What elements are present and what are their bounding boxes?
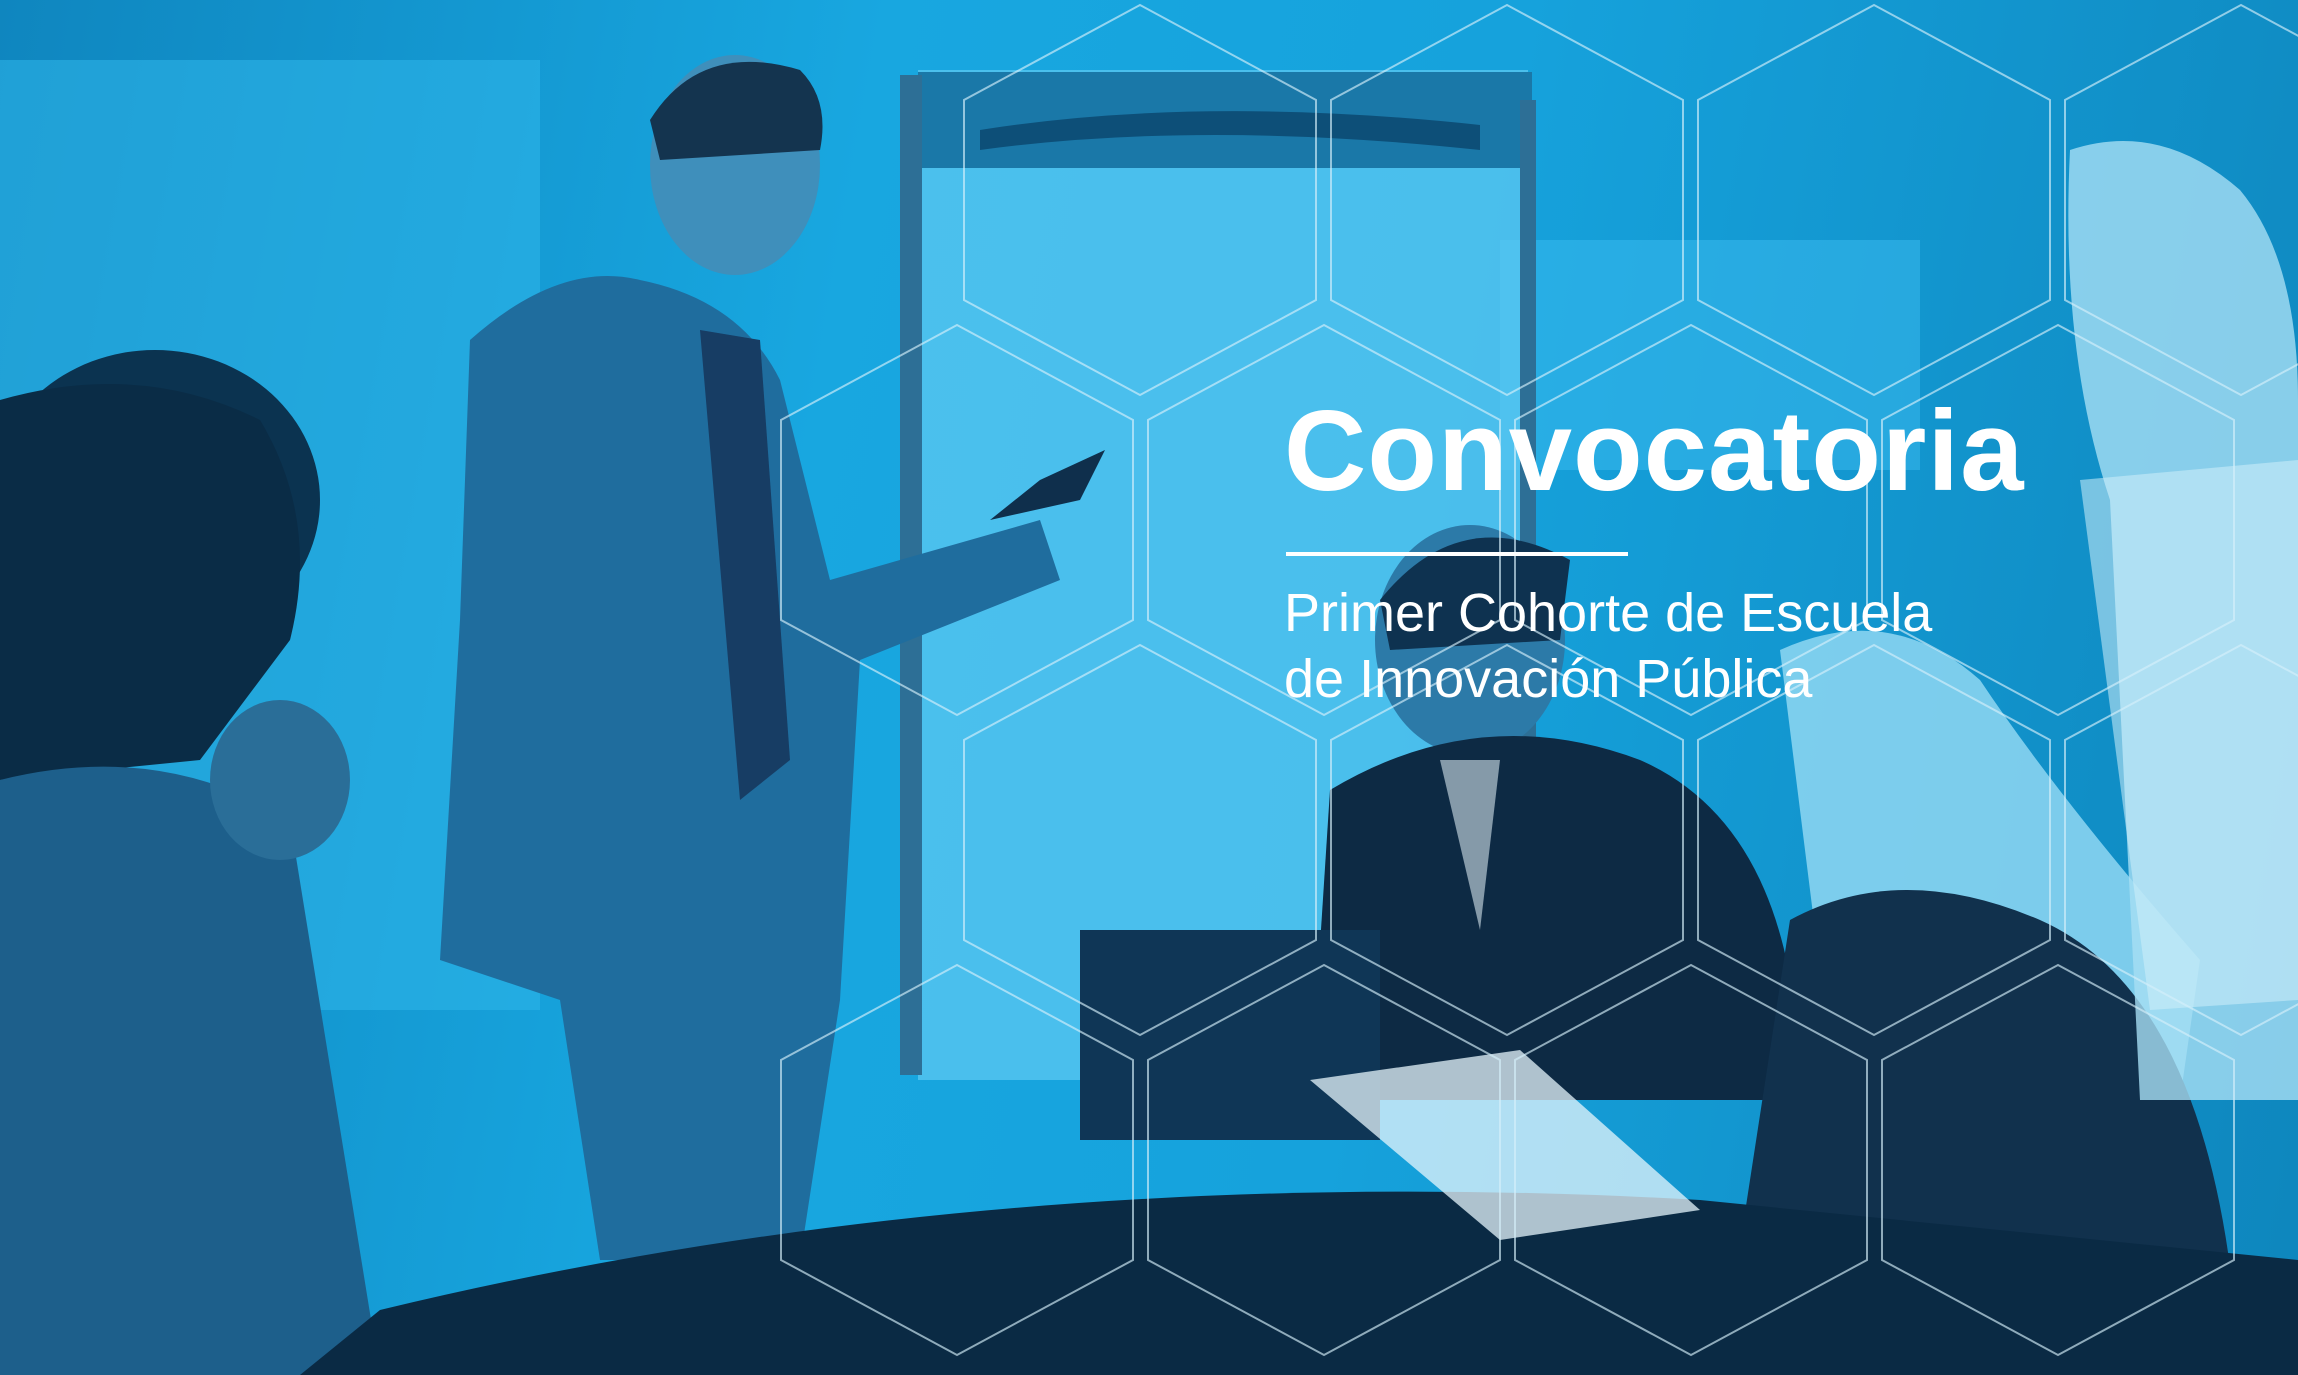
hexagon [1881,323,2235,717]
banner-subtitle: Primer Cohorte de Escuela de Innovación … [1284,580,1932,712]
title-divider [1286,552,1628,556]
hexagon [780,963,1134,1357]
hexagon [780,323,1134,717]
hexagon [963,643,1317,1037]
hexagon [2064,3,2298,397]
hexagon-pattern [780,3,2298,1357]
banner-title: Convocatoria [1284,388,2025,515]
hexagon [1514,963,1868,1357]
subtitle-line-1: Primer Cohorte de Escuela [1284,583,1933,643]
hexagon [1147,963,1501,1357]
hexagon [1697,3,2051,397]
hexagon [1330,3,1684,397]
banner: Convocatoria Primer Cohorte de Escuela d… [0,0,2298,1375]
subtitle-line-2: de Innovación Pública [1284,649,1813,709]
hexagon [1881,963,2235,1357]
hexagon [2064,643,2298,1037]
hexagon [963,3,1317,397]
